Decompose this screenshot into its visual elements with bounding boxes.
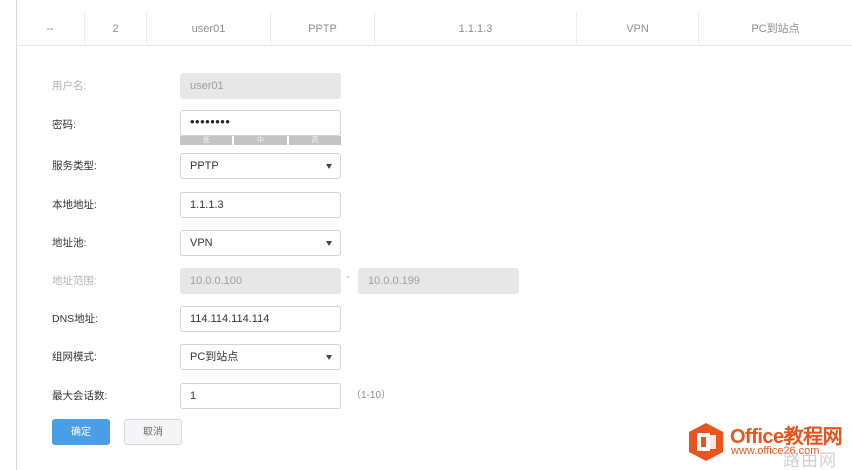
strength-medium: 中 — [234, 136, 287, 145]
local-address-label: 本地地址: — [52, 199, 97, 211]
password-value: •••••••• — [190, 114, 231, 129]
cell-username: user01 — [146, 12, 270, 46]
cell-id: 2 — [84, 12, 146, 46]
address-range-start: 10.0.0.100 — [180, 268, 341, 294]
strength-low: 低 — [180, 136, 233, 145]
username-field: user01 — [180, 73, 341, 99]
password-field[interactable]: •••••••• — [180, 110, 341, 136]
address-pool-select[interactable]: VPN — [180, 230, 341, 256]
service-type-label: 服务类型: — [52, 160, 97, 172]
cell-service-type: PPTP — [270, 12, 374, 46]
max-sessions-hint: （1-10） — [351, 390, 392, 401]
max-sessions-label: 最大会话数: — [52, 390, 108, 402]
address-range-end: 10.0.0.199 — [358, 268, 519, 294]
cell-index: -- — [46, 23, 54, 35]
service-type-select[interactable]: PPTP — [180, 153, 341, 179]
cell-address-pool: VPN — [576, 12, 698, 46]
dns-label: DNS地址: — [52, 313, 99, 325]
password-label: 密码: — [52, 119, 76, 131]
address-range-separator: - — [346, 271, 350, 283]
network-mode-select[interactable]: PC到站点 — [180, 344, 341, 370]
ok-button[interactable]: 确定 — [52, 419, 110, 445]
strength-high: 高 — [288, 136, 341, 145]
local-address-input[interactable]: 1.1.1.3 — [180, 192, 341, 218]
address-range-label: 地址范围: — [52, 275, 97, 287]
dns-input[interactable]: 114.114.114.114 — [180, 306, 341, 332]
cell-network-mode: PC到站点 — [698, 12, 852, 46]
cell-local-address: 1.1.1.3 — [374, 12, 576, 46]
table-row[interactable]: -- 2 user01 PPTP 1.1.1.3 VPN PC到站点 — [16, 12, 852, 46]
username-label: 用户名: — [52, 80, 87, 92]
left-border — [16, 0, 17, 470]
network-mode-label: 组网模式: — [52, 351, 97, 363]
address-pool-label: 地址池: — [52, 237, 87, 249]
office-logo-icon — [689, 423, 723, 461]
watermark-faint-text: 路由网 — [783, 451, 837, 470]
watermark: Office教程网 www.office26.com 路由网 — [686, 418, 852, 470]
cancel-button[interactable]: 取消 — [124, 419, 182, 445]
max-sessions-input[interactable]: 1 — [180, 383, 341, 409]
password-strength-meter: 低 中 高 — [180, 136, 341, 145]
